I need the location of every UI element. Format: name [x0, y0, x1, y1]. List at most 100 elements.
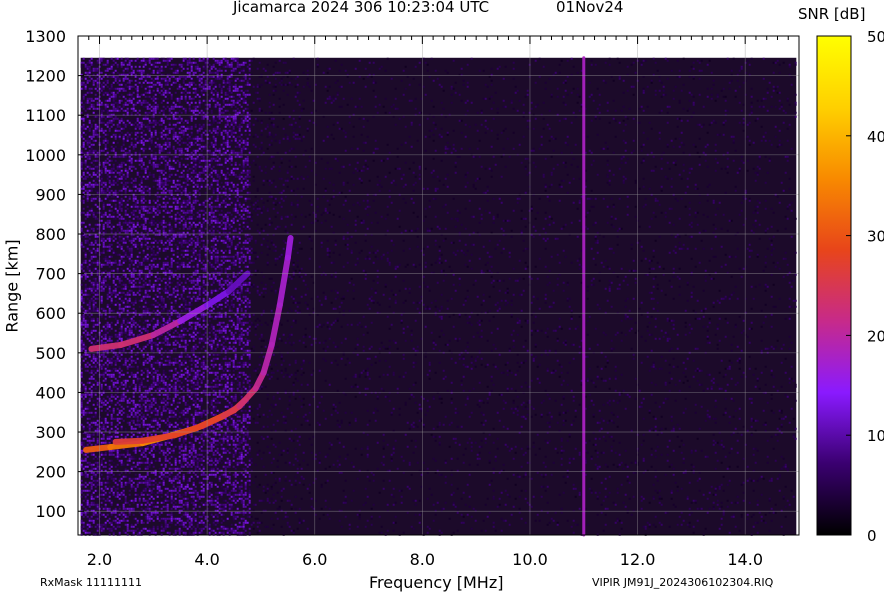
noise-pixel: [184, 87, 187, 90]
noise-pixel: [100, 179, 103, 182]
noise-pixel: [222, 217, 225, 220]
noise-pixel: [160, 157, 163, 160]
noise-pixel: [100, 169, 103, 172]
noise-pixel: [602, 79, 605, 82]
noise-pixel: [520, 217, 523, 220]
noise-pixel: [204, 111, 207, 114]
noise-pixel: [150, 139, 153, 142]
noise-pixel: [234, 69, 237, 72]
noise-pixel: [216, 225, 219, 228]
noise-pixel: [220, 187, 223, 190]
noise-pixel: [236, 65, 239, 68]
noise-pixel: [178, 65, 181, 68]
noise-pixel: [142, 115, 145, 118]
noise-pixel: [504, 65, 507, 68]
noise-pixel: [242, 121, 245, 124]
noise-pixel: [108, 219, 111, 222]
noise-pixel: [784, 111, 787, 114]
noise-pixel: [216, 197, 219, 200]
noise-pixel: [216, 173, 219, 176]
noise-pixel: [130, 169, 133, 172]
noise-pixel: [146, 205, 149, 208]
noise-pixel: [238, 79, 241, 82]
noise-pixel: [608, 63, 611, 66]
noise-pixel: [100, 171, 103, 174]
noise-pixel: [282, 89, 285, 92]
noise-pixel: [186, 147, 189, 150]
noise-pixel: [120, 205, 123, 208]
noise-pixel: [100, 129, 103, 132]
noise-pixel: [400, 79, 403, 82]
noise-pixel: [208, 205, 211, 208]
noise-pixel: [186, 149, 189, 152]
noise-pixel: [152, 99, 155, 102]
noise-pixel: [166, 137, 169, 140]
noise-pixel: [182, 131, 185, 134]
noise-pixel: [196, 67, 199, 70]
noise-pixel: [642, 87, 645, 90]
noise-pixel: [550, 173, 553, 176]
noise-pixel: [210, 159, 213, 162]
noise-pixel: [218, 61, 221, 64]
noise-pixel: [658, 137, 661, 140]
noise-pixel: [186, 205, 189, 208]
noise-pixel: [132, 145, 135, 148]
noise-pixel: [198, 75, 201, 78]
noise-pixel: [172, 83, 175, 86]
noise-pixel: [160, 227, 163, 230]
noise-pixel: [244, 147, 247, 150]
noise-pixel: [106, 141, 109, 144]
noise-pixel: [390, 181, 393, 184]
noise-pixel: [108, 109, 111, 112]
noise-pixel: [88, 213, 91, 216]
noise-pixel: [768, 159, 771, 162]
noise-pixel: [412, 211, 415, 214]
noise-pixel: [88, 135, 91, 138]
noise-pixel: [352, 81, 355, 84]
noise-pixel: [180, 149, 183, 152]
noise-pixel: [280, 77, 283, 80]
noise-pixel: [790, 147, 793, 150]
noise-pixel: [110, 57, 113, 60]
noise-pixel: [114, 57, 117, 60]
noise-pixel: [652, 57, 655, 60]
noise-pixel: [100, 213, 103, 216]
noise-pixel: [296, 205, 299, 208]
noise-pixel: [272, 161, 275, 164]
noise-pixel: [290, 123, 293, 126]
noise-pixel: [146, 135, 149, 138]
noise-pixel: [418, 123, 421, 126]
noise-pixel: [82, 61, 85, 64]
noise-pixel: [212, 81, 215, 84]
noise-pixel: [678, 117, 681, 120]
noise-pixel: [242, 79, 245, 82]
noise-pixel: [122, 221, 125, 224]
noise-pixel: [88, 173, 91, 176]
noise-pixel: [114, 207, 117, 210]
noise-pixel: [472, 155, 475, 158]
noise-pixel: [276, 201, 279, 204]
noise-pixel: [172, 197, 175, 200]
noise-pixel: [156, 107, 159, 110]
noise-pixel: [80, 129, 83, 132]
noise-pixel: [122, 103, 125, 106]
noise-pixel: [190, 67, 193, 70]
noise-pixel: [664, 93, 667, 96]
noise-pixel: [132, 183, 135, 186]
noise-pixel: [336, 91, 339, 94]
noise-pixel: [196, 157, 199, 160]
noise-pixel: [144, 207, 147, 210]
noise-pixel: [408, 135, 411, 138]
noise-pixel: [346, 103, 349, 106]
noise-pixel: [150, 85, 153, 88]
noise-pixel: [194, 189, 197, 192]
noise-pixel: [172, 115, 175, 118]
noise-pixel: [186, 119, 189, 122]
noise-pixel: [220, 115, 223, 118]
noise-pixel: [106, 177, 109, 180]
noise-pixel: [248, 183, 251, 186]
noise-pixel: [410, 99, 413, 102]
noise-pixel: [674, 85, 677, 88]
noise-pixel: [640, 149, 643, 152]
noise-pixel: [198, 101, 201, 104]
